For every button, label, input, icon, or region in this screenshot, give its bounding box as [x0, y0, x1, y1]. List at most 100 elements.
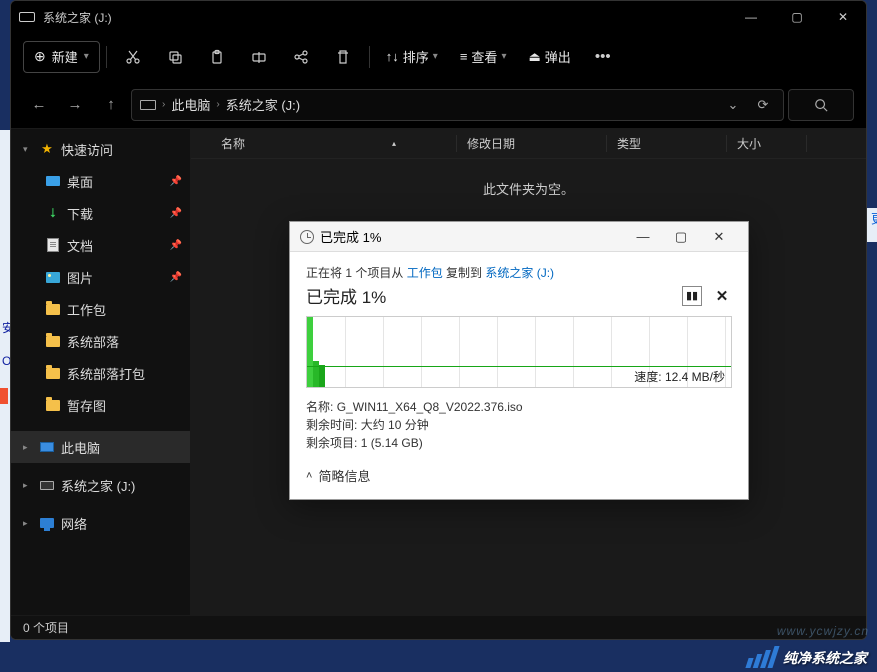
chevron-down-icon: ▾	[501, 51, 506, 62]
chevron-right-icon: ›	[162, 99, 165, 110]
view-icon: ≡	[460, 49, 468, 64]
chevron-right-icon: ›	[216, 99, 219, 110]
fewer-details-button[interactable]: ˄ 简略信息	[306, 466, 732, 485]
toolbar: ⊕ 新建 ▾ ↑↓ 排序 ▾ ≡ 查看 ▾ ⏏ 弹出 •••	[11, 33, 866, 81]
item-count: 0 个项目	[23, 619, 69, 636]
chevron-down-icon: ▾	[433, 51, 438, 62]
sidebar-item-desktop[interactable]: 桌面📌	[11, 165, 190, 197]
paste-button[interactable]	[197, 41, 237, 73]
chevron-right-icon: ▸	[23, 480, 33, 491]
cancel-copy-button[interactable]: ✕	[712, 286, 732, 306]
eject-icon: ⏏	[528, 49, 540, 65]
copy-description: 正在将 1 个项目从 工作包 复制到 系统之家 (J:)	[306, 264, 732, 281]
copy-button[interactable]	[155, 41, 195, 73]
copy-dialog: 已完成 1% — ▢ ✕ 正在将 1 个项目从 工作包 复制到 系统之家 (J:…	[289, 221, 749, 500]
sidebar-item-folder[interactable]: 工作包	[11, 293, 190, 325]
chevron-right-icon: ▸	[23, 442, 33, 453]
view-button[interactable]: ≡ 查看 ▾	[450, 41, 517, 73]
source-link[interactable]: 工作包	[407, 266, 443, 280]
more-button[interactable]: •••	[583, 41, 623, 73]
dialog-titlebar[interactable]: 已完成 1% — ▢ ✕	[290, 222, 748, 252]
rename-button[interactable]	[239, 41, 279, 73]
download-icon: ⭣	[45, 205, 61, 221]
new-label: 新建	[52, 47, 78, 66]
dialog-close-button[interactable]: ✕	[700, 223, 738, 251]
back-button[interactable]: ←	[23, 89, 55, 121]
network-icon	[40, 518, 54, 528]
pin-icon: 📌	[170, 208, 182, 219]
empty-message: 此文件夹为空。	[191, 179, 866, 198]
transfer-chart: 速度: 12.4 MB/秒	[306, 316, 732, 388]
sort-button[interactable]: ↑↓ 排序 ▾	[376, 41, 448, 73]
chevron-down-icon: ▾	[84, 51, 89, 62]
chevron-up-icon: ˄	[306, 470, 312, 482]
copy-details: 名称: G_WIN11_X64_Q8_V2022.376.iso 剩余时间: 大…	[306, 398, 732, 452]
file-name: G_WIN11_X64_Q8_V2022.376.iso	[337, 400, 523, 414]
breadcrumb-current[interactable]: 系统之家 (J:)	[226, 95, 300, 114]
search-icon	[814, 98, 828, 112]
sidebar-network[interactable]: ▸ 网络	[11, 507, 190, 539]
sidebar-quick-access[interactable]: ▾ ★ 快速访问	[11, 133, 190, 165]
dialog-title: 已完成 1%	[320, 227, 624, 246]
sidebar-item-downloads[interactable]: ⭣下载📌	[11, 197, 190, 229]
sidebar-item-folder[interactable]: 系统部落打包	[11, 357, 190, 389]
column-type[interactable]: 类型	[607, 135, 727, 152]
sidebar-item-documents[interactable]: 文档📌	[11, 229, 190, 261]
dialog-minimize-button[interactable]: —	[624, 223, 662, 251]
clock-icon	[300, 230, 314, 244]
star-icon: ★	[39, 141, 55, 157]
delete-button[interactable]	[323, 41, 363, 73]
statusbar: 0 个项目	[11, 615, 866, 639]
sidebar-item-pictures[interactable]: 图片📌	[11, 261, 190, 293]
sort-icon: ↑↓	[386, 49, 399, 64]
navbar: ← → ↑ › 此电脑 › 系统之家 (J:) ⌄ ⟳	[11, 81, 866, 129]
desktop-icon	[46, 176, 60, 186]
up-button[interactable]: ↑	[95, 89, 127, 121]
time-remaining: 大约 10 分钟	[361, 418, 429, 432]
eject-label: 弹出	[545, 47, 571, 66]
folder-icon	[46, 400, 60, 411]
pin-icon: 📌	[170, 240, 182, 251]
column-date[interactable]: 修改日期	[457, 135, 607, 152]
breadcrumb-root[interactable]: 此电脑	[171, 95, 210, 114]
dropdown-button[interactable]: ⌄	[721, 97, 745, 113]
cut-button[interactable]	[113, 41, 153, 73]
close-button[interactable]: ✕	[820, 1, 866, 33]
pause-button[interactable]: ▮▮	[682, 286, 702, 306]
progress-heading: 已完成 1% ▮▮ ✕	[306, 283, 732, 308]
address-bar[interactable]: › 此电脑 › 系统之家 (J:) ⌄ ⟳	[131, 89, 784, 121]
chevron-down-icon: ▾	[23, 144, 33, 155]
sidebar: ▾ ★ 快速访问 桌面📌 ⭣下载📌 文档📌 图片📌 工作包 系统部落 系统部落打…	[11, 129, 191, 615]
drive-icon	[19, 12, 35, 22]
watermark-brand: 纯净系统之家	[737, 644, 877, 672]
sort-label: 排序	[403, 47, 429, 66]
folder-icon	[46, 304, 60, 315]
share-button[interactable]	[281, 41, 321, 73]
sidebar-this-pc[interactable]: ▸ 此电脑	[11, 431, 190, 463]
watermark-url: www.ycwjzy.cn	[777, 624, 869, 638]
maximize-button[interactable]: ▢	[774, 1, 820, 33]
forward-button[interactable]: →	[59, 89, 91, 121]
refresh-button[interactable]: ⟳	[751, 97, 775, 113]
window-title: 系统之家 (J:)	[43, 9, 728, 26]
picture-icon	[46, 272, 60, 283]
drive-icon	[40, 481, 54, 490]
drive-icon	[140, 100, 156, 110]
column-name[interactable]: 名称▴	[211, 135, 457, 152]
search-input[interactable]	[788, 89, 854, 121]
plus-icon: ⊕	[34, 48, 46, 65]
sidebar-item-folder[interactable]: 系统部落	[11, 325, 190, 357]
view-label: 查看	[471, 47, 497, 66]
titlebar[interactable]: 系统之家 (J:) — ▢ ✕	[11, 1, 866, 33]
dialog-maximize-button[interactable]: ▢	[662, 223, 700, 251]
dest-link[interactable]: 系统之家 (J:)	[485, 266, 554, 280]
chevron-right-icon: ▸	[23, 518, 33, 529]
column-size[interactable]: 大小	[727, 135, 807, 152]
sidebar-item-folder[interactable]: 暂存图	[11, 389, 190, 421]
minimize-button[interactable]: —	[728, 1, 774, 33]
sidebar-drive[interactable]: ▸ 系统之家 (J:)	[11, 469, 190, 501]
new-button[interactable]: ⊕ 新建 ▾	[23, 41, 100, 73]
eject-button[interactable]: ⏏ 弹出	[518, 41, 580, 73]
pin-icon: 📌	[170, 272, 182, 283]
folder-icon	[46, 368, 60, 379]
